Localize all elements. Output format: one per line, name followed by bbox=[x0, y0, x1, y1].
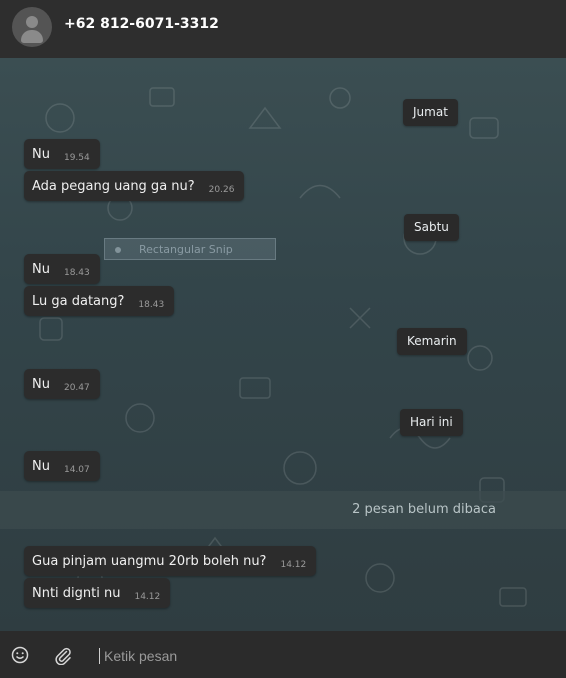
message-bubble[interactable]: Nu 19.54 bbox=[24, 139, 100, 169]
message-text: Nnti dignti nu bbox=[32, 585, 121, 601]
unread-banner-text: 2 pesan belum dibaca bbox=[352, 502, 496, 517]
emoji-icon[interactable] bbox=[11, 646, 29, 664]
date-chip: Hari ini bbox=[400, 409, 463, 436]
message-list: Rectangular Snip Jumat Nu 19.54 Ada pega… bbox=[0, 58, 566, 631]
chat-header: +62 812-6071-3312 bbox=[0, 0, 566, 58]
message-text: Ada pegang uang ga nu? bbox=[32, 178, 195, 194]
snip-overlay: Rectangular Snip bbox=[104, 238, 276, 260]
message-time: 19.54 bbox=[63, 152, 90, 163]
message-time: 18.43 bbox=[138, 299, 165, 310]
message-text: Gua pinjam uangmu 20rb boleh nu? bbox=[32, 553, 267, 569]
message-time: 14.12 bbox=[280, 559, 307, 570]
message-text: Nu bbox=[32, 376, 50, 392]
message-text: Nu bbox=[32, 146, 50, 162]
message-time: 18.43 bbox=[63, 267, 90, 278]
composer-bar bbox=[0, 631, 566, 678]
message-time: 20.26 bbox=[208, 184, 235, 195]
message-bubble[interactable]: Nu 14.07 bbox=[24, 451, 100, 481]
paperclip-icon[interactable] bbox=[53, 645, 73, 665]
message-text: Nu bbox=[32, 458, 50, 474]
message-text: Lu ga datang? bbox=[32, 293, 125, 309]
date-chip: Sabtu bbox=[404, 214, 459, 241]
contact-name[interactable]: +62 812-6071-3312 bbox=[64, 16, 219, 32]
date-chip: Jumat bbox=[403, 99, 458, 126]
message-bubble[interactable]: Nu 18.43 bbox=[24, 254, 100, 284]
message-bubble[interactable]: Nu 20.47 bbox=[24, 369, 100, 399]
message-time: 14.07 bbox=[63, 464, 90, 475]
message-bubble[interactable]: Nnti dignti nu 14.12 bbox=[24, 578, 171, 608]
message-input[interactable] bbox=[102, 643, 546, 669]
message-time: 20.47 bbox=[63, 382, 90, 393]
text-caret bbox=[99, 648, 100, 664]
unread-banner: 2 pesan belum dibaca bbox=[0, 491, 566, 529]
avatar[interactable] bbox=[12, 7, 52, 47]
message-bubble[interactable]: Ada pegang uang ga nu? 20.26 bbox=[24, 171, 245, 201]
message-bubble[interactable]: Lu ga datang? 18.43 bbox=[24, 286, 175, 316]
message-text: Nu bbox=[32, 261, 50, 277]
message-time: 14.12 bbox=[134, 591, 161, 602]
date-chip: Kemarin bbox=[397, 328, 467, 355]
message-bubble[interactable]: Gua pinjam uangmu 20rb boleh nu? 14.12 bbox=[24, 546, 317, 576]
